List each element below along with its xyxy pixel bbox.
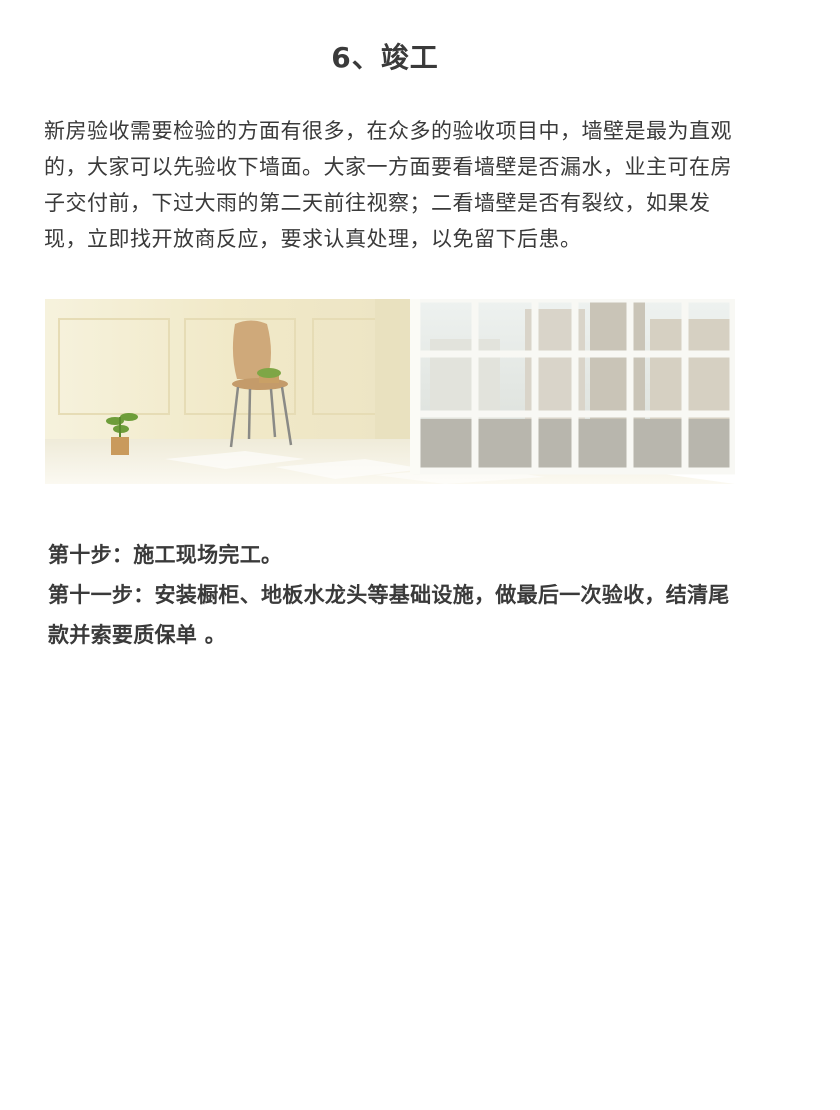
step-11: 第十一步：安装橱柜、地板水龙头等基础设施，做最后一次验收，结清尾款并索要质保单 … xyxy=(48,583,730,647)
room-photo xyxy=(45,299,735,484)
section-title: 6、竣工 xyxy=(331,41,439,74)
step-10: 第十步：施工现场完工。 xyxy=(48,543,283,567)
intro-paragraph: 新房验收需要检验的方面有很多，在众多的验收项目中，墙壁是最为直观的，大家可以先验… xyxy=(44,119,732,251)
steps-block: 第十步：施工现场完工。 第十一步：安装橱柜、地板水龙头等基础设施，做最后一次验收… xyxy=(48,535,748,655)
